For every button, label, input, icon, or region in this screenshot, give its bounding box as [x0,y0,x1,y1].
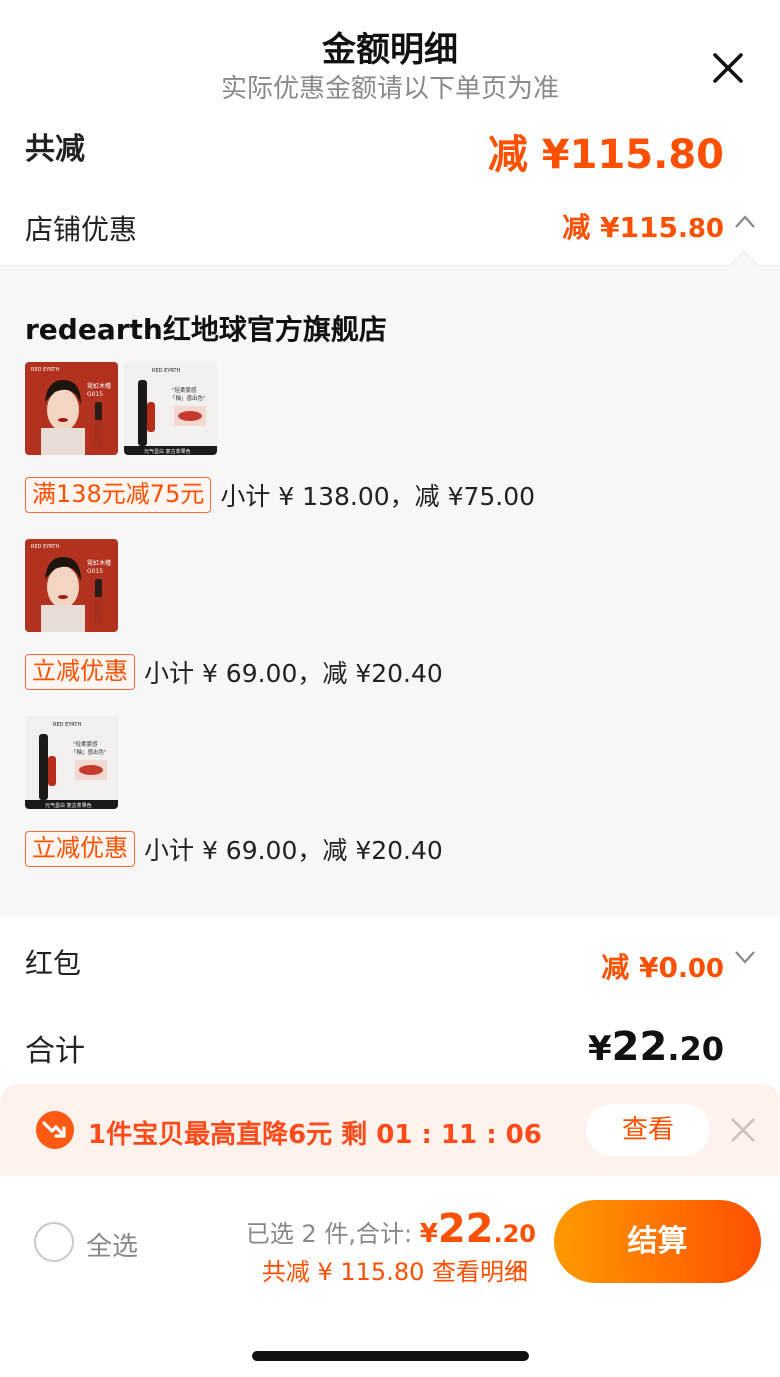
shop-discount-dec: .80 [677,214,724,244]
product-thumbnail[interactable]: RED EYRTH 霓虹木槿 G015 [25,539,118,632]
total-cut-label: 共减 [25,132,85,167]
hongbao-prefix: 减 ¥ [601,951,659,984]
total-label: 合计 [25,1034,85,1069]
total-currency: ¥ [587,1029,612,1069]
product-thumbnail[interactable]: RED EYRTH "轻柔雾感 「釉」感出色" 元气显白 复古浆果色 [124,362,217,455]
shop-discount-int: 115 [619,211,678,244]
promo-line: 立减优惠 小计 ¥ 69.00，减 ¥20.40 [25,654,443,690]
promo-tag: 立减优惠 [25,654,135,690]
svg-text:RED EYRTH: RED EYRTH [31,544,59,550]
chevron-up-icon[interactable] [734,211,756,233]
shop-discount-detail-panel: redearth红地球官方旗舰店 RED EYRTH 霓虹木槿 G015 RED… [0,250,780,917]
svg-text:G015: G015 [87,568,103,575]
promo-line: 满138元减75元 小计 ¥ 138.00，减 ¥75.00 [25,477,535,513]
price-drop-banner: 1件宝贝最高直降6元 剩 01 : 11 : 06 查看 [0,1084,780,1176]
svg-text:RED EYRTH: RED EYRTH [152,368,180,374]
promo-tag: 满138元减75元 [25,477,212,513]
hongbao-amount: 减 ¥0.00 [601,946,724,986]
price-drop-icon [36,1111,74,1149]
total-cut-value: 减 ¥115.80 [487,132,724,178]
svg-text:"轻柔雾感: "轻柔雾感 [172,386,197,394]
promo-subtotal: 小计 ¥ 69.00，减 ¥20.40 [144,836,443,865]
svg-text:「釉」感出色": 「釉」感出色" [71,748,107,756]
hongbao-label: 红包 [25,947,82,980]
product-thumbnail[interactable]: RED EYRTH "轻柔雾感 「釉」感出色" 元气显白 复古浆果色 [25,716,118,809]
svg-text:霓虹木槿: 霓虹木槿 [87,559,111,567]
shop-discount-amount: 减 ¥115.80 [562,206,724,246]
svg-text:霓虹木槿: 霓虹木槿 [87,382,111,390]
chevron-down-icon[interactable] [734,946,756,968]
promo-subtotal: 小计 ¥ 69.00，减 ¥20.40 [144,659,443,688]
checkout-bar: 全选 已选 2 件,合计: ¥22.20 共减 ¥ 115.80 查看明细 结算 [0,1176,780,1377]
selected-count-label: 已选 2 件,合计: [245,1220,420,1248]
close-icon[interactable] [706,46,750,90]
select-all-radio[interactable] [34,1222,74,1262]
total-amount: ¥22.20 [588,1024,724,1070]
svg-text:"轻柔雾感: "轻柔雾感 [73,740,98,748]
price-drop-text: 1件宝贝最高直降6元 剩 01 : 11 : 06 [88,1120,542,1150]
selected-total-int: 22 [437,1206,494,1252]
svg-text:元气显白 复古浆果色: 元气显白 复古浆果色 [45,802,92,809]
hongbao-dec: .00 [677,954,724,984]
selected-currency: ¥ [419,1219,438,1249]
view-details-link[interactable]: 共减 ¥ 115.80 查看明细 [262,1252,528,1287]
svg-text:「釉」感出色": 「釉」感出色" [170,394,206,402]
select-all-label[interactable]: 全选 [86,1226,138,1263]
checkout-button[interactable]: 结算 [554,1200,761,1283]
hongbao-int: 0 [658,951,678,984]
promo-line: 立减优惠 小计 ¥ 69.00，减 ¥20.40 [25,831,443,867]
store-name: redearth红地球官方旗舰店 [25,313,387,346]
selected-total-dec: .20 [493,1220,536,1248]
home-indicator [252,1351,529,1361]
promo-subtotal: 小计 ¥ 138.00，减 ¥75.00 [220,482,536,511]
view-deal-button[interactable]: 查看 [586,1104,710,1156]
page-title: 金额明细 [322,30,458,70]
close-banner-icon[interactable] [729,1116,757,1144]
page-subtitle: 实际优惠金额请以下单页为准 [220,74,559,104]
svg-text:G015: G015 [87,391,103,398]
svg-text:元气显白 复古浆果色: 元气显白 复古浆果色 [144,448,191,455]
svg-text:RED EYRTH: RED EYRTH [53,722,81,728]
chevron-up-small-icon[interactable] [511,1261,527,1277]
selected-total: 已选 2 件,合计: ¥22.20 [246,1206,536,1252]
svg-text:RED EYRTH: RED EYRTH [31,367,59,373]
shop-discount-prefix: 减 ¥ [562,211,620,244]
total-dec: .20 [667,1030,724,1068]
sheet-header: 金额明细 实际优惠金额请以下单页为准 [0,0,780,110]
product-thumbnail[interactable]: RED EYRTH 霓虹木槿 G015 [25,362,118,455]
total-int: 22 [611,1024,668,1070]
saved-amount-text: 共减 ¥ 115.80 查看明细 [261,1258,528,1286]
promo-tag: 立减优惠 [25,831,135,867]
shop-discount-label: 店铺优惠 [25,213,138,246]
